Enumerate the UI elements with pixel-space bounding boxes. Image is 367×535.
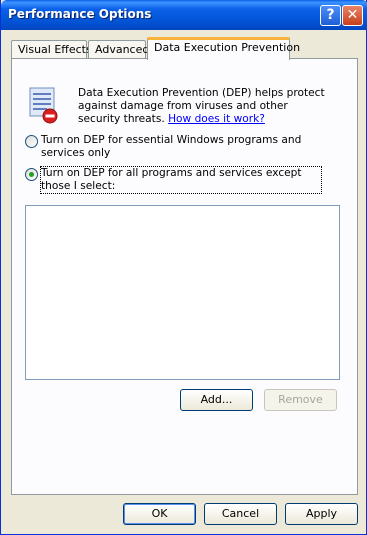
performance-options-window: Performance Options ? ✕ Visual Effects A… (0, 0, 367, 535)
tab-advanced[interactable]: Advanced (88, 40, 149, 59)
radio-essential[interactable] (25, 135, 38, 148)
help-button[interactable]: ? (320, 5, 341, 26)
dep-description: Data Execution Prevention (DEP) helps pr… (78, 87, 328, 126)
how-does-it-work-link[interactable]: How does it work? (168, 113, 265, 125)
title-bar[interactable]: Performance Options ? ✕ (1, 0, 367, 30)
radio-essential-label[interactable]: Turn on DEP for essential Windows progra… (41, 134, 321, 160)
cancel-button[interactable]: Cancel (204, 503, 277, 525)
radio-all[interactable] (25, 168, 38, 181)
remove-button[interactable]: Remove (264, 389, 337, 411)
dep-shield-icon (29, 87, 58, 124)
add-button[interactable]: Add... (180, 389, 253, 411)
ok-button[interactable]: OK (123, 503, 196, 525)
dep-tab-panel: Data Execution Prevention (DEP) helps pr… (11, 58, 358, 495)
tab-data-execution-prevention[interactable]: Data Execution Prevention (147, 37, 300, 60)
close-button[interactable]: ✕ (342, 5, 363, 26)
apply-button[interactable]: Apply (285, 503, 358, 525)
tab-visual-effects[interactable]: Visual Effects (11, 40, 92, 59)
radio-all-label[interactable]: Turn on DEP for all programs and service… (40, 166, 322, 194)
excluded-programs-list[interactable] (25, 205, 340, 380)
window-title: Performance Options (8, 7, 152, 21)
